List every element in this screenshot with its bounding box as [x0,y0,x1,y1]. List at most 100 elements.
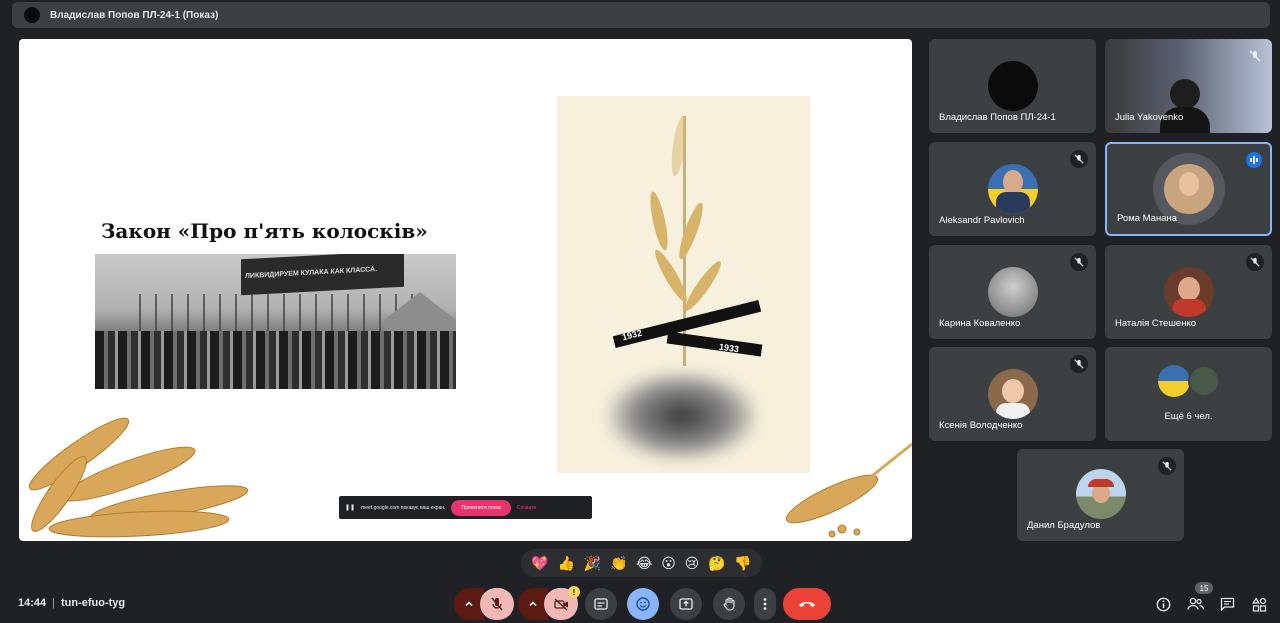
stop-sharing-button[interactable]: Припинити показ [451,499,511,516]
participant-avatar [987,267,1038,317]
reaction-laugh-button[interactable]: 😂 [636,556,652,570]
chevron-up-icon [465,601,473,607]
captions-icon [594,598,608,610]
participant-tile[interactable]: Данил Брадулов [1017,449,1184,541]
chevron-up-icon [529,601,537,607]
reaction-thumbs-up-button[interactable]: 👍 [558,556,575,570]
participant-name: Владислав Попов ПЛ-24-1 [939,112,1056,123]
participant-name: Ксенія Володченко [939,420,1023,431]
reaction-thumbs-down-button[interactable]: 👎 [734,556,751,570]
participant-avatar [1075,469,1126,519]
participant-name: Данил Брадулов [1027,520,1101,531]
photo-banner: ЛИКВИДИРУЕМ КУЛАКА КАК КЛАССА. [241,254,404,296]
reaction-heart-button[interactable]: 💖 [531,556,548,570]
shapes-icon [1251,596,1266,612]
participant-tile[interactable]: Ксенія Володченко [929,347,1096,441]
more-participants-label: Ещё 6 чел. [1164,411,1213,422]
participant-avatar [1163,164,1214,214]
historical-photo: ЛИКВИДИРУЕМ КУЛАКА КАК КЛАССА. [95,254,456,389]
reaction-party-button[interactable]: 🎉 [584,556,601,570]
participant-name: Aleksandr Pavlovich [939,215,1025,226]
pause-icon: ❚❚ [345,505,356,511]
hide-notice-button[interactable]: Сховати [517,505,536,511]
mic-off-icon [1246,253,1264,271]
people-icon [1186,597,1204,610]
reaction-surprised-button[interactable]: 😮 [661,556,676,570]
mic-off-icon [1070,150,1088,168]
blurred-reflection [607,371,757,461]
mic-off-icon [491,597,503,611]
meeting-code[interactable]: tun-efuo-tyg [61,597,125,609]
reactions-bar: 💖 👍 🎉 👏 😂 😮 😢 🤔 👎 [521,549,762,577]
share-notice-text: meet.google.com показує ваш екран. [361,504,446,511]
wheat-decoration-right [785,442,912,538]
slide-title: Закон «Про п'ять колосків» [101,219,428,243]
raise-hand-button[interactable] [713,588,745,620]
shared-screen: Закон «Про п'ять колосків» ЛИКВИДИРУЕМ К… [19,39,912,541]
mic-off-icon [1246,47,1264,65]
participant-avatar [1163,267,1214,317]
chat-button[interactable] [1218,595,1236,613]
reaction-clap-button[interactable]: 👏 [610,556,627,570]
photo-poles [125,294,425,334]
chat-icon [1220,597,1234,611]
wheat-ear [675,200,707,262]
emoji-reactions-button[interactable] [627,588,659,620]
banner-text: ЛИКВИДИРУЕМ КУЛАКА КАК КЛАССА. [245,266,378,281]
microphone-toggle-button[interactable] [480,588,514,620]
activities-button[interactable] [1250,595,1268,613]
wheat-decoration-left [28,417,249,538]
mic-off-icon [1158,457,1176,475]
hand-icon [723,597,735,611]
captions-button[interactable] [585,588,617,620]
smiley-icon [636,597,650,611]
people-button[interactable] [1186,595,1204,613]
wheat-ear [668,115,690,177]
participant-tile[interactable]: Владислав Попов ПЛ-24-1 [929,39,1096,133]
black-ribbon [666,331,763,357]
presenter-avatar [24,7,40,23]
side-panel-buttons [1154,595,1268,613]
leave-call-button[interactable] [783,588,831,620]
info-icon [1156,597,1170,611]
participant-name: Рома Манана [1117,213,1178,224]
camera-off-icon [553,597,568,611]
more-vert-icon [763,598,767,610]
presenter-title: Владислав Попов ПЛ-24-1 (Показ) [50,9,219,21]
participants-count-badge: 15 [1195,582,1213,594]
participant-tile-speaking[interactable]: Рома Манана [1105,142,1272,236]
reaction-thinking-button[interactable]: 🤔 [708,556,725,570]
wheat-ear [680,257,726,315]
participant-avatar [987,61,1038,111]
clock-time: 14:44 [18,597,47,609]
wheat-memorial-image: 1932 1933 [557,96,810,473]
mic-off-icon [1070,253,1088,271]
wheat-ear [646,190,672,252]
participant-avatar [987,369,1038,419]
participant-avatar [1158,365,1190,397]
participant-name: Julia Yakovenko [1115,112,1184,123]
info-separator: | [52,597,55,609]
call-end-icon [799,602,815,607]
camera-warning-badge: ! [568,586,580,598]
participant-avatar [987,164,1038,214]
mic-off-icon [1070,355,1088,373]
meeting-details-button[interactable] [1154,595,1172,613]
presenter-bar[interactable]: Владислав Попов ПЛ-24-1 (Показ) [12,2,1270,28]
more-options-button[interactable] [754,588,776,620]
reaction-sad-button[interactable]: 😢 [685,556,700,570]
present-screen-button[interactable] [670,588,702,620]
participant-video [1170,79,1200,109]
participant-name: Карина Коваленко [939,318,1021,329]
participant-tile[interactable]: Aleksandr Pavlovich [929,142,1096,236]
ribbon-year: 1933 [718,341,740,355]
more-participants-tile[interactable]: Ещё 6 чел. [1105,347,1272,441]
participant-tile[interactable]: Julia Yakovenko [1105,39,1272,133]
speaking-indicator-icon [1246,152,1262,168]
screen-share-notice: ❚❚ meet.google.com показує ваш екран. Пр… [339,496,592,519]
participant-tile[interactable]: Карина Коваленко [929,245,1096,339]
participant-name: Наталія Стешенко [1115,318,1196,329]
participant-tile[interactable]: Наталія Стешенко [1105,245,1272,339]
present-icon [679,598,693,610]
meeting-info: 14:44 | tun-efuo-tyg [18,597,125,609]
